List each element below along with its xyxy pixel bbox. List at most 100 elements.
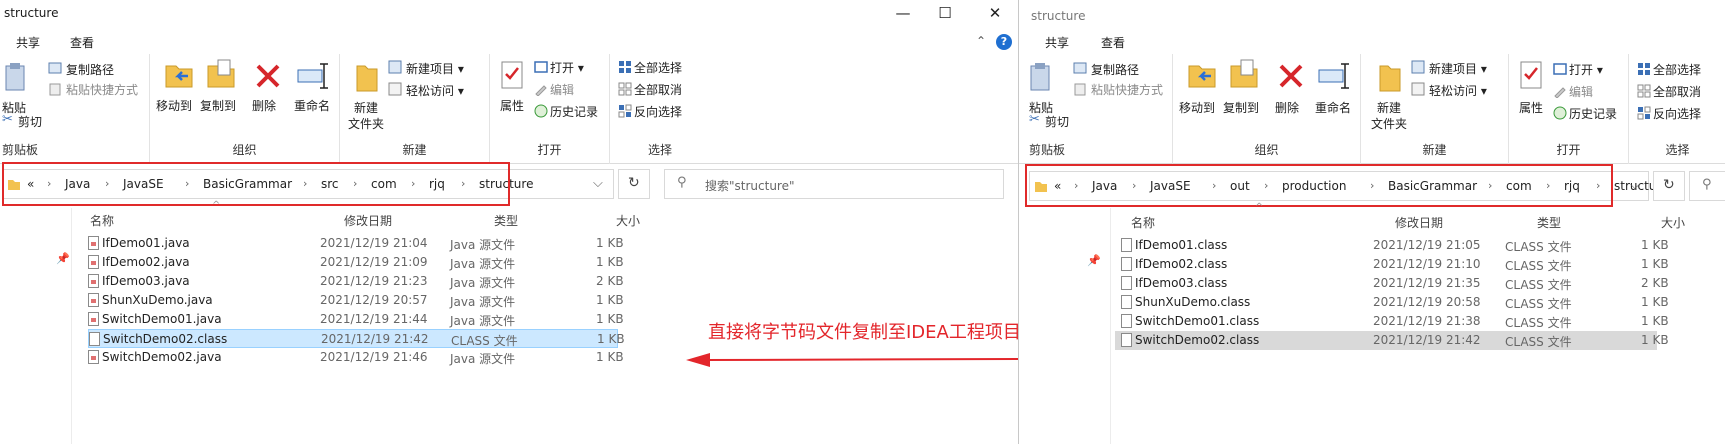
copy-path-button[interactable]: 复制路径 [1091,61,1139,78]
open-group-label: 打开 [537,143,562,157]
clipboard-group-label: 剪贴板 [2,143,39,157]
pin-icon[interactable]: 📌 [56,252,70,265]
minimize-button[interactable]: — [880,0,926,28]
cut-button[interactable]: 剪切 [1045,113,1069,130]
new-folder-icon [356,65,378,92]
search-placeholder: 搜索"structure" [705,179,795,193]
edit-button[interactable]: 编辑 [550,81,574,98]
file-row[interactable]: IfDemo03.class 2021/12/19 21:35 CLASS 文件 2 … [1115,274,1669,293]
ribbon: 粘贴 复制路径 粘贴快捷方式 ✂ 剪切 剪贴板 移动到 复制到 删除 重命名 组… [0,54,1018,164]
copy-to-button[interactable]: 复制到 [200,98,236,114]
select-all-button[interactable]: 全部选择 [1653,61,1701,78]
open-button[interactable]: 打开 ▾ [1569,61,1603,78]
tab-share[interactable]: 共享 [1045,34,1069,51]
address-dropdown-icon[interactable]: ⌵ [593,176,603,191]
clipboard-group: 粘贴 复制路径 粘贴快捷方式 ✂ 剪切 剪贴板 [0,54,150,164]
file-name: IfDemo01.java [102,236,190,250]
column-type[interactable]: 类型 [494,212,518,229]
search-box[interactable]: ⚲ 搜索"structure" [664,169,1004,199]
annotation-text: 直接将字节码文件复制至IDEA工程项目路径下面 [708,322,1018,343]
invert-selection-button[interactable]: 反向选择 [1653,105,1701,122]
column-name[interactable]: 名称 [90,212,114,229]
tab-share[interactable]: 共享 [16,34,40,51]
new-folder-button[interactable]: 新建 文件夹 [1371,100,1407,132]
refresh-button[interactable]: ↻ [1653,171,1685,201]
delete-button[interactable]: 删除 [252,98,276,114]
paste-shortcut-button[interactable]: 粘贴快捷方式 [66,81,138,98]
column-date[interactable]: 修改日期 [1395,214,1443,231]
collapse-ribbon-icon[interactable]: ⌃ [976,34,986,48]
select-none-button[interactable]: 全部取消 [1653,83,1701,100]
file-row[interactable]: IfDemo02.java 2021/12/19 21:09 Java 源文件 1 K… [88,253,624,272]
file-row[interactable]: IfDemo01.class 2021/12/19 21:05 CLASS 文件 1 … [1115,236,1669,255]
file-type: Java 源文件 [450,295,516,309]
title-bar: structure [1019,0,1725,28]
history-button[interactable]: 历史记录 [550,103,598,120]
edit-button[interactable]: 编辑 [1569,83,1593,100]
open-group: 属性 打开 ▾ 编辑 历史记录 打开 [1509,54,1629,164]
copy-path-button[interactable]: 复制路径 [66,61,114,78]
invert-selection-button[interactable]: 反向选择 [634,103,682,120]
close-button[interactable]: ✕ [972,0,1018,28]
select-none-button[interactable]: 全部取消 [634,81,682,98]
search-icon: ⚲ [677,175,687,190]
select-all-icon [1638,63,1650,75]
select-all-icon [619,61,631,73]
copy-to-button[interactable]: 复制到 [1223,100,1259,116]
easy-access-button[interactable]: 轻松访问 ▾ [1429,82,1487,99]
column-date[interactable]: 修改日期 [344,212,392,229]
navigation-pane: 📌 [1019,208,1111,444]
sort-arrow-icon: ^ [1255,202,1264,213]
help-icon[interactable]: ? [996,34,1012,50]
easy-access-button[interactable]: 轻松访问 ▾ [406,82,464,99]
copy-to-icon [207,59,235,88]
tab-view[interactable]: 查看 [1101,34,1125,51]
file-row[interactable]: IfDemo02.class 2021/12/19 21:10 CLASS 文件 1 … [1115,255,1669,274]
new-item-button[interactable]: 新建项目 ▾ [1429,60,1487,77]
history-button[interactable]: 历史记录 [1569,105,1617,122]
properties-icon [501,61,523,89]
file-row[interactable]: SwitchDemo02.java 2021/12/19 21:46 Java 源文… [88,348,624,367]
properties-button[interactable]: 属性 [1519,100,1543,116]
rename-button[interactable]: 重命名 [294,98,330,114]
java-file-icon [88,312,99,326]
move-to-button[interactable]: 移动到 [1179,100,1215,116]
organize-group-label: 组织 [1254,143,1279,157]
file-row[interactable]: SwitchDemo02.class 2021/12/19 21:42 CLASS … [88,329,625,348]
maximize-button[interactable]: ☐ [922,0,968,28]
file-name: SwitchDemo02.class [1135,333,1260,347]
open-button[interactable]: 打开 ▾ [550,59,584,76]
new-folder-button[interactable]: 新建 文件夹 [348,100,384,132]
file-row[interactable]: SwitchDemo01.class 2021/12/19 21:38 CLASS … [1115,312,1669,331]
tab-view[interactable]: 查看 [70,34,94,51]
refresh-button[interactable]: ↻ [618,169,650,199]
select-all-button[interactable]: 全部选择 [634,59,682,76]
file-row[interactable]: ShunXuDemo.class 2021/12/19 20:58 CLASS 文件… [1115,293,1669,312]
column-type[interactable]: 类型 [1537,214,1561,231]
file-row[interactable]: SwitchDemo01.java 2021/12/19 21:44 Java 源文… [88,310,624,329]
properties-button[interactable]: 属性 [500,98,524,114]
file-row[interactable]: IfDemo01.java 2021/12/19 21:04 Java 源文件 1 K… [88,234,624,253]
pin-icon[interactable]: 📌 [1087,254,1101,267]
file-row[interactable]: ShunXuDemo.java 2021/12/19 20:57 Java 源文件 1… [88,291,624,310]
delete-button[interactable]: 删除 [1275,100,1299,116]
left-explorer-window: structure — ☐ ✕ 共享 查看 ⌃ ? 粘贴 复制路径 粘贴快捷方式… [0,0,1018,444]
column-size[interactable]: 大小 [1661,214,1685,231]
address-dropdown-icon[interactable]: ⌵ [1630,178,1640,193]
search-box[interactable]: ⚲ [1689,171,1725,201]
column-name[interactable]: 名称 [1131,214,1155,231]
new-item-button[interactable]: 新建项目 ▾ [406,60,464,77]
file-type: CLASS 文件 [1505,297,1572,311]
column-size[interactable]: 大小 [616,212,640,229]
move-to-button[interactable]: 移动到 [156,98,192,114]
file-row[interactable]: IfDemo03.java 2021/12/19 21:23 Java 源文件 2 K… [88,272,624,291]
paste-shortcut-button[interactable]: 粘贴快捷方式 [1091,81,1163,98]
file-type: Java 源文件 [450,352,516,366]
file-date: 2021/12/19 21:42 [1373,333,1481,347]
rename-button[interactable]: 重命名 [1315,100,1351,116]
new-item-icon [388,60,402,74]
file-row[interactable]: SwitchDemo02.class 2021/12/19 21:42 CLASS … [1115,331,1669,350]
cut-button[interactable]: 剪切 [18,113,42,130]
copy-path-icon [48,62,62,74]
file-date: 2021/12/19 20:58 [1373,295,1481,309]
